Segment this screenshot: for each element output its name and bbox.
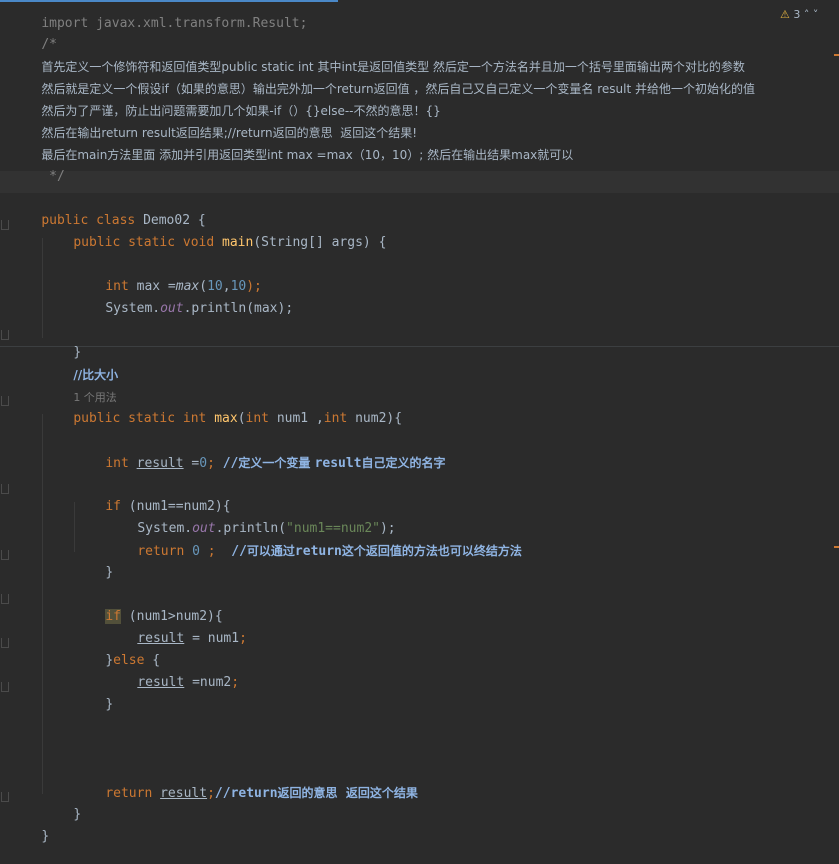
- chevron-up-icon[interactable]: ˄: [804, 8, 810, 21]
- code-line: return result;//return返回的意思 返回这个结果: [74, 766, 418, 801]
- code-line: int result =0; //定义一个变量 result自己定义的名字: [74, 436, 445, 471]
- method-call: .println(max);: [183, 301, 294, 316]
- variable: result: [160, 786, 208, 801]
- warnings-indicator[interactable]: ⚠ 3 ˄ ˅: [780, 8, 818, 21]
- fold-marker[interactable]: [1, 638, 9, 648]
- scrollbar-warning-mark[interactable]: [834, 546, 839, 548]
- class-ref: System.: [105, 301, 161, 316]
- code-line: 然后就是定义一个假设if（如果的意思）输出完外加一个return返回值 ，然后自…: [10, 62, 755, 96]
- code-line: }else {: [74, 634, 160, 668]
- warning-icon: ⚠: [780, 8, 790, 21]
- brace: }: [105, 697, 114, 712]
- fold-marker[interactable]: [1, 220, 9, 230]
- code-line: */: [10, 150, 65, 184]
- number-literal: 0: [199, 456, 208, 471]
- code-line: }: [42, 788, 81, 822]
- fold-marker[interactable]: [1, 594, 9, 604]
- semicolon: ;: [239, 631, 247, 646]
- caret-line-highlight: [0, 171, 839, 193]
- code-line: public class Demo02 {: [10, 194, 205, 228]
- code-line: result = num1;: [106, 612, 247, 646]
- indent-guide: [42, 414, 43, 794]
- code-line: }: [42, 326, 81, 360]
- assignment: =num2: [184, 675, 232, 690]
- line-comment: return: [230, 786, 278, 801]
- chevron-down-icon[interactable]: ˅: [813, 8, 819, 21]
- keyword: return: [105, 786, 161, 801]
- paren: (: [237, 411, 246, 426]
- line-comment: result: [314, 456, 362, 471]
- comment-text: 最后在main方法里面 添加并引用返回类型int max =max（10，10）…: [41, 148, 574, 162]
- fold-marker[interactable]: [1, 792, 9, 802]
- code-line: }: [74, 546, 113, 580]
- line-comment: 可以通过: [246, 544, 295, 558]
- static-field: out: [160, 301, 184, 316]
- line-comment: return: [294, 544, 342, 559]
- method-args: (String[] args) {: [253, 235, 387, 250]
- code-line: /*: [10, 18, 57, 52]
- line-comment: 返回的意思 返回这个结果: [277, 786, 418, 800]
- comment-close: */: [41, 169, 65, 184]
- code-line: return 0 ; //可以通过return这个返回值的方法也可以终结方法: [106, 524, 522, 559]
- code-line: 首先定义一个修饰符和返回值类型public static int 其中int是返…: [10, 40, 745, 74]
- semicolon: ;: [207, 456, 215, 471]
- code-editor[interactable]: ⚠ 3 ˄ ˅ import javax.xml.transform.Resul…: [0, 0, 839, 844]
- fold-marker[interactable]: [1, 396, 9, 406]
- keyword: int: [323, 411, 348, 426]
- keyword: public static void: [73, 235, 223, 250]
- param: num2){: [347, 411, 403, 426]
- keyword: int: [105, 456, 137, 471]
- code-line: if (num1>num2){: [74, 590, 223, 624]
- assignment: = num1: [184, 631, 240, 646]
- brace: }: [105, 565, 114, 580]
- code-line: if (num1==num2){: [74, 480, 230, 514]
- param: num1 ,: [269, 411, 324, 426]
- variable: result: [137, 675, 185, 690]
- keyword: return: [137, 544, 193, 559]
- fold-marker[interactable]: [1, 484, 9, 494]
- comment-slash: //: [215, 544, 247, 559]
- method-name: max: [214, 411, 238, 426]
- method-name: main: [222, 235, 254, 250]
- semicolon: ;: [231, 675, 240, 690]
- code-line: }: [10, 810, 49, 844]
- brace: }: [73, 807, 82, 822]
- code-line: int max =max(10,10);: [74, 260, 262, 294]
- code-line: System.out.println(max);: [74, 282, 293, 316]
- code-line: }: [74, 678, 113, 712]
- operator: =: [183, 456, 200, 471]
- code-line: import javax.xml.transform.Result;: [10, 0, 307, 31]
- code-line: 最后在main方法里面 添加并引用返回类型int max =max（10，10）…: [10, 128, 573, 162]
- code-line: 然后为了严谨，防止出问题需要加几个如果-if（）{}else--不然的意思！{}: [10, 84, 440, 118]
- scrollbar-warning-mark[interactable]: [834, 54, 839, 56]
- line-comment: 定义一个变量: [238, 456, 315, 470]
- method-separator: [0, 346, 839, 347]
- warning-count: 3: [793, 8, 801, 21]
- keyword: public static int: [73, 411, 215, 426]
- number-literal: 0: [192, 544, 200, 559]
- code-line: result =num2;: [106, 656, 239, 690]
- code-line: 1 个用法: [42, 371, 117, 404]
- comment-slash: //: [214, 786, 231, 801]
- brace: }: [41, 829, 50, 844]
- import-statement: import javax.xml.transform.Result;: [41, 16, 308, 31]
- comment-slash: //: [214, 456, 239, 471]
- code-line: 然后在输出return result返回结果;//return返回的意思 返回这…: [10, 106, 417, 140]
- fold-marker[interactable]: [1, 682, 9, 692]
- code-line: //比大小: [42, 348, 118, 382]
- fold-marker[interactable]: [1, 330, 9, 340]
- line-comment: 这个返回值的方法也可以终结方法: [341, 544, 522, 558]
- keyword: int: [245, 411, 269, 426]
- fold-marker[interactable]: [1, 550, 9, 560]
- code-line: System.out.println("num1==num2");: [106, 502, 395, 536]
- semicolon: ;: [199, 544, 216, 559]
- semicolon: ;: [207, 786, 215, 801]
- code-line: public static int max(int num1 ,int num2…: [42, 392, 402, 426]
- code-line: public static void main(String[] args) {: [42, 216, 386, 250]
- line-comment: 自己定义的名字: [361, 456, 446, 470]
- variable: result: [136, 456, 184, 471]
